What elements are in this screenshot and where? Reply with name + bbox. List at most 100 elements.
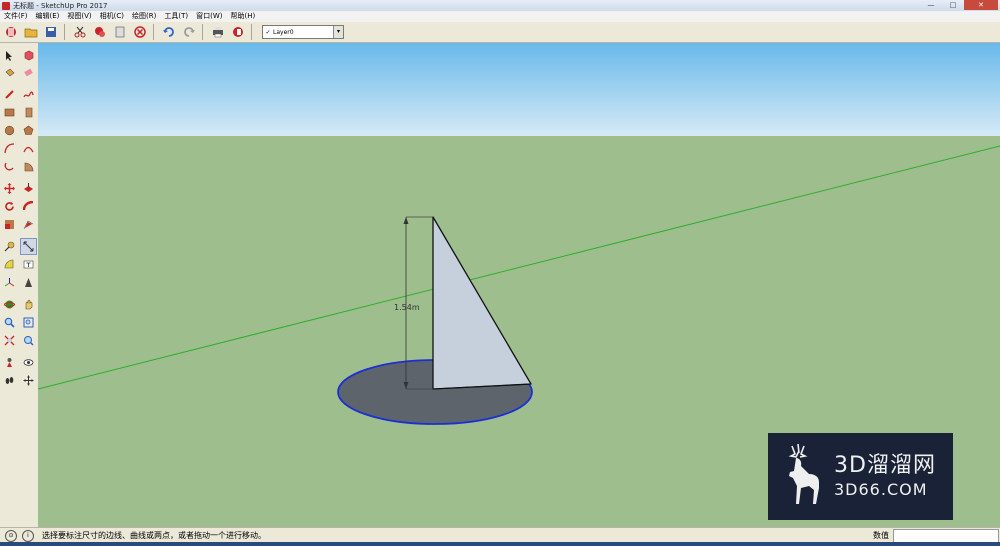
- orbit-tool[interactable]: [2, 297, 17, 312]
- rectangle-icon: [4, 108, 15, 117]
- zoom-tool[interactable]: [2, 315, 17, 330]
- value-label: 数值: [873, 531, 889, 540]
- hand-icon: [25, 299, 33, 310]
- magnifier-icon: [4, 317, 15, 328]
- arc-tool[interactable]: [2, 141, 17, 156]
- push-pull-tool[interactable]: [21, 181, 36, 196]
- close-button[interactable]: ✕: [964, 0, 998, 10]
- pie-tool[interactable]: [21, 159, 36, 174]
- folder-icon: [24, 28, 38, 38]
- scale-tool[interactable]: [2, 217, 17, 232]
- cut-button[interactable]: [71, 23, 89, 41]
- zoom-extents-tool[interactable]: [2, 333, 17, 348]
- position-camera-tool[interactable]: [2, 355, 17, 370]
- follow-me-tool[interactable]: [21, 199, 36, 214]
- text-tool[interactable]: [21, 257, 36, 272]
- three-point-arc-icon: [4, 162, 14, 171]
- deer-logo-icon: [788, 443, 819, 504]
- axes-tool[interactable]: [2, 275, 17, 290]
- menu-edit[interactable]: 编辑(E): [32, 11, 64, 22]
- undo-button[interactable]: [160, 23, 178, 41]
- offset-icon: [23, 220, 34, 230]
- eraser-tool[interactable]: [21, 65, 36, 80]
- redo-button[interactable]: [180, 23, 198, 41]
- layer-visible-check: ✓: [265, 28, 271, 36]
- layer-name: Layer0: [273, 28, 294, 36]
- menu-file[interactable]: 文件(F): [0, 11, 32, 22]
- line-tool[interactable]: [2, 87, 17, 102]
- chevron-down-icon[interactable]: ▾: [333, 26, 343, 38]
- measurements-box[interactable]: [893, 529, 999, 543]
- maximize-button[interactable]: □: [942, 0, 964, 10]
- orbit-icon: [4, 300, 15, 309]
- menu-view[interactable]: 视图(V): [63, 11, 95, 22]
- menu-window[interactable]: 窗口(W): [192, 11, 226, 22]
- open-button[interactable]: [22, 23, 40, 41]
- menu-help[interactable]: 帮助(H): [226, 11, 259, 22]
- save-icon: [46, 27, 56, 37]
- status-message: 选择要标注尺寸的边线、曲线或两点，或者拖动一个进行移动。: [42, 531, 266, 540]
- dimension-tool[interactable]: [20, 238, 37, 255]
- layer-select[interactable]: ✓ Layer0 ▾: [262, 25, 344, 39]
- arc-icon: [4, 143, 15, 154]
- pie-icon: [24, 162, 34, 172]
- new-file-icon: [6, 27, 16, 37]
- erase-button[interactable]: [131, 23, 149, 41]
- two-point-arc-tool[interactable]: [21, 141, 36, 156]
- info-icon[interactable]: i: [22, 529, 34, 542]
- paint-bucket-tool[interactable]: [2, 65, 17, 80]
- zoom-window-icon: [23, 317, 34, 328]
- rotate-icon: [5, 202, 14, 211]
- new-file-button[interactable]: [2, 23, 20, 41]
- rotated-rectangle-tool[interactable]: [21, 105, 36, 120]
- eraser-icon: [24, 68, 33, 77]
- circle-tool[interactable]: [2, 123, 17, 138]
- delete-icon: [134, 26, 146, 38]
- window-title: 无标题 - SketchUp Pro 2017: [13, 1, 108, 10]
- 3d-text-tool[interactable]: [21, 275, 36, 290]
- look-around-tool[interactable]: [21, 355, 36, 370]
- menu-draw[interactable]: 绘图(R): [128, 11, 160, 22]
- select-tool[interactable]: [2, 48, 17, 63]
- taskbar-edge: [0, 542, 1000, 546]
- move-tool[interactable]: [2, 181, 17, 196]
- two-point-arc-icon: [23, 146, 34, 153]
- print-button[interactable]: [209, 23, 227, 41]
- offset-tool[interactable]: [21, 217, 36, 232]
- polygon-tool[interactable]: [21, 123, 36, 138]
- pan-tool[interactable]: [21, 297, 36, 312]
- save-button[interactable]: [42, 23, 60, 41]
- model-info-icon: [233, 27, 243, 37]
- walk-tool[interactable]: [2, 373, 17, 388]
- section-plane-tool[interactable]: [21, 373, 36, 388]
- previous-view-tool[interactable]: [21, 333, 36, 348]
- menu-tools[interactable]: 工具(T): [160, 11, 192, 22]
- printer-icon: [213, 27, 223, 38]
- rotate-tool[interactable]: [2, 199, 17, 214]
- freehand-icon: [23, 91, 34, 98]
- footprints-icon: [5, 377, 14, 384]
- arrow-cursor-icon: [6, 51, 12, 61]
- protractor-tool[interactable]: [2, 257, 17, 272]
- move-icon: [4, 183, 15, 194]
- toolbar-separator: [64, 24, 65, 40]
- rotated-rectangle-icon: [25, 107, 33, 118]
- polygon-icon: [23, 125, 34, 135]
- main-toolbar: ✓ Layer0 ▾: [0, 22, 1000, 43]
- text-icon: [23, 260, 34, 269]
- tape-measure-tool[interactable]: [2, 239, 17, 254]
- minimize-button[interactable]: —: [920, 0, 942, 10]
- paste-icon: [115, 26, 125, 38]
- model-info-button[interactable]: [229, 23, 247, 41]
- title-bar: 无标题 - SketchUp Pro 2017 — □ ✕: [0, 0, 1000, 11]
- menu-camera[interactable]: 相机(C): [96, 11, 128, 22]
- zoom-window-tool[interactable]: [21, 315, 36, 330]
- make-component-tool[interactable]: [21, 48, 36, 63]
- geolocation-icon[interactable]: ⊙: [5, 529, 17, 542]
- three-point-arc-tool[interactable]: [2, 159, 17, 174]
- copy-button[interactable]: [91, 23, 109, 41]
- rectangle-tool[interactable]: [2, 105, 17, 120]
- freehand-tool[interactable]: [21, 87, 36, 102]
- paste-button[interactable]: [111, 23, 129, 41]
- scale-icon: [5, 220, 14, 229]
